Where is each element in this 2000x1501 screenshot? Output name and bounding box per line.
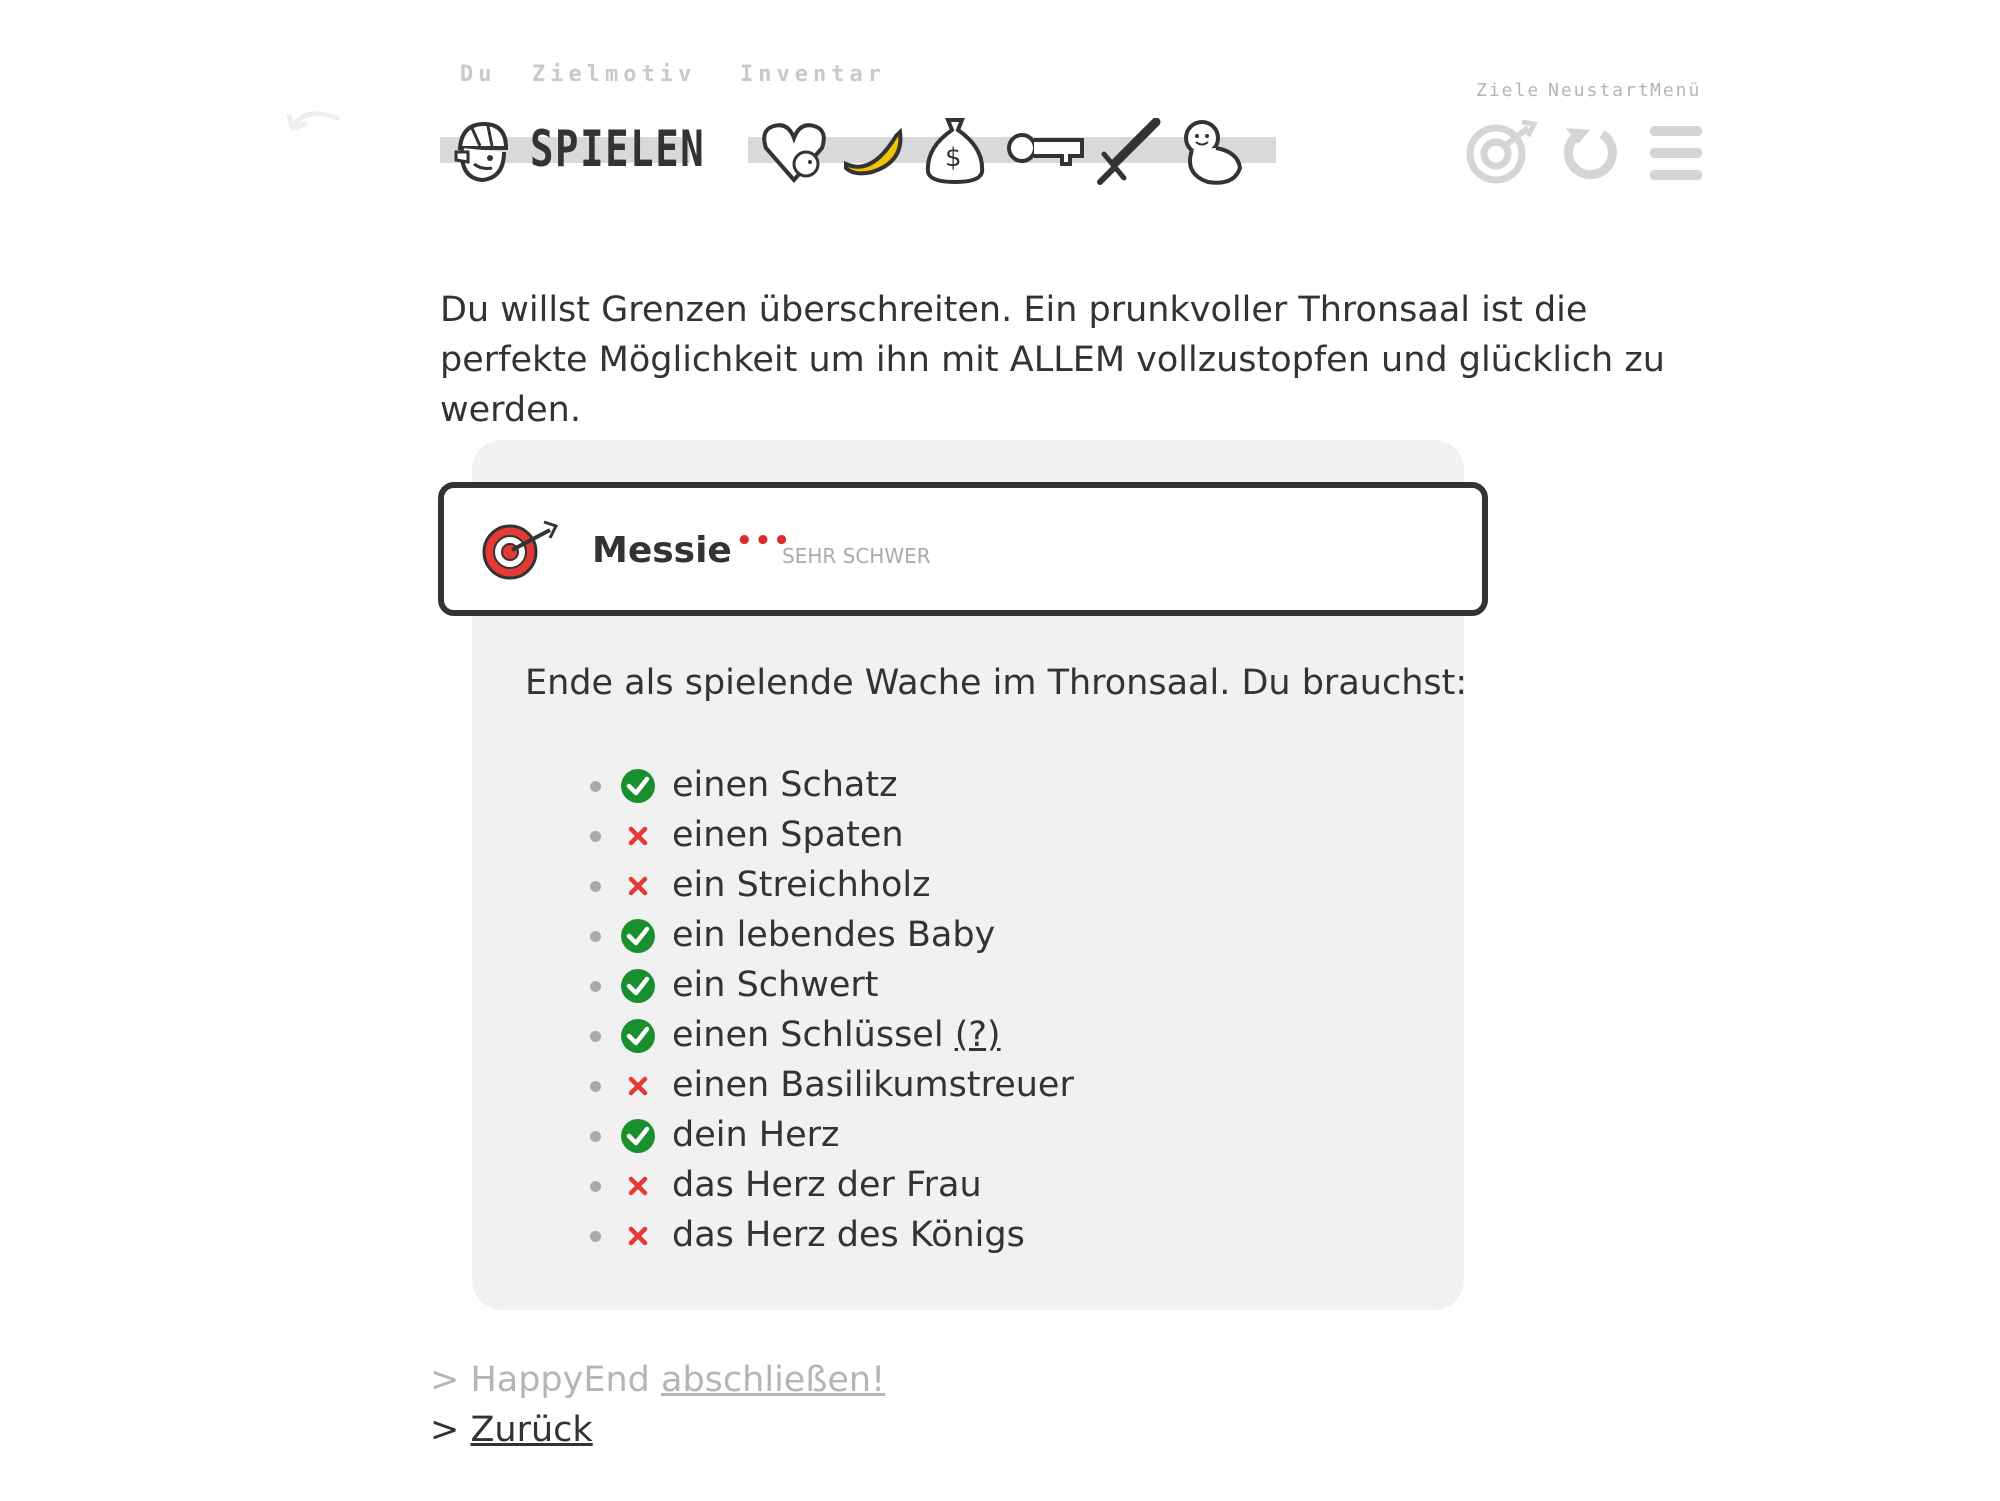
happyend-link[interactable]: abschließen! [661,1360,885,1400]
cross-icon [620,868,656,904]
goals-target-icon[interactable] [1466,118,1538,184]
nav-label-neustart: Neustart [1548,80,1651,101]
goal-header: Messie ••• SEHR SCHWER [438,482,1488,616]
nav-label-ziele: Ziele [1476,80,1541,101]
key-icon[interactable] [1006,124,1086,174]
check-icon [620,968,656,1004]
money-bag-icon[interactable]: $ [920,114,990,186]
check-icon [620,918,656,954]
goal-description: Ende als spielende Wache im Thronsaal. D… [525,663,1468,703]
back-link[interactable]: Zurück [470,1410,592,1450]
label-du: Du [460,62,497,87]
check-icon [620,1118,656,1154]
back-prefix: > [430,1410,471,1450]
cross-icon [620,1218,656,1254]
cross-icon [620,1068,656,1104]
happyend-line: > HappyEnd abschließen! [430,1360,885,1400]
label-zielmotiv: Zielmotiv [532,62,697,87]
heart-with-face-icon[interactable] [760,118,828,186]
requirement-text: einen Schlüssel [672,1015,944,1055]
cross-icon [620,818,656,854]
player-avatar-icon[interactable] [452,118,514,184]
check-icon [620,1018,656,1054]
check-icon [620,768,656,804]
difficulty-label: SEHR SCHWER [782,544,931,568]
menu-icon[interactable] [1648,124,1704,182]
sword-icon[interactable] [1092,118,1162,190]
play-button[interactable]: SPIELEN [530,120,705,178]
svg-text:$: $ [945,143,962,173]
back-line: > Zurück [430,1410,593,1450]
hint-link[interactable]: (?) [955,1015,1001,1055]
baby-icon[interactable] [1178,116,1246,188]
cross-icon [620,1168,656,1204]
label-inventar: Inventar [740,62,886,87]
banana-icon[interactable] [842,122,904,178]
goal-title: Messie [592,530,732,571]
happyend-prefix: > HappyEnd [430,1360,662,1400]
undo-icon[interactable] [285,100,345,140]
intro-text: Du willst Grenzen überschreiten. Ein pru… [440,290,1665,430]
target-icon [482,520,559,580]
nav-label-menu: Menü [1650,80,1702,101]
restart-icon[interactable] [1562,118,1618,184]
